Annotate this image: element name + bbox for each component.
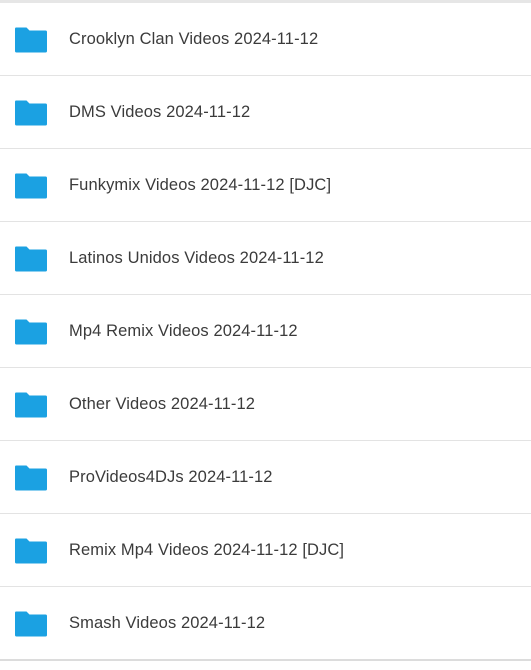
folder-icon	[14, 464, 48, 491]
folder-icon	[14, 26, 48, 53]
folder-icon	[14, 172, 48, 199]
folder-label[interactable]: ProVideos4DJs 2024-11-12	[69, 468, 273, 487]
folder-icon	[14, 391, 48, 418]
folder-label[interactable]: Latinos Unidos Videos 2024-11-12	[69, 249, 324, 268]
folder-item-other[interactable]: Other Videos 2024-11-12	[0, 368, 531, 441]
folder-list: Crooklyn Clan Videos 2024-11-12 DMS Vide…	[0, 3, 531, 661]
folder-icon	[14, 610, 48, 637]
folder-label[interactable]: Mp4 Remix Videos 2024-11-12	[69, 322, 298, 341]
folder-item-mp4-remix[interactable]: Mp4 Remix Videos 2024-11-12	[0, 295, 531, 368]
folder-label[interactable]: Other Videos 2024-11-12	[69, 395, 255, 414]
folder-item-funkymix[interactable]: Funkymix Videos 2024-11-12 [DJC]	[0, 149, 531, 222]
folder-item-dms[interactable]: DMS Videos 2024-11-12	[0, 76, 531, 149]
folder-item-provideos4djs[interactable]: ProVideos4DJs 2024-11-12	[0, 441, 531, 514]
folder-item-remix-mp4[interactable]: Remix Mp4 Videos 2024-11-12 [DJC]	[0, 514, 531, 587]
folder-icon	[14, 537, 48, 564]
folder-icon	[14, 245, 48, 272]
folder-label[interactable]: Funkymix Videos 2024-11-12 [DJC]	[69, 176, 331, 195]
folder-item-latinos-unidos[interactable]: Latinos Unidos Videos 2024-11-12	[0, 222, 531, 295]
folder-icon	[14, 318, 48, 345]
folder-label[interactable]: DMS Videos 2024-11-12	[69, 103, 250, 122]
folder-label[interactable]: Remix Mp4 Videos 2024-11-12 [DJC]	[69, 541, 344, 560]
folder-label[interactable]: Crooklyn Clan Videos 2024-11-12	[69, 30, 318, 49]
folder-icon	[14, 99, 48, 126]
folder-item-crooklyn-clan[interactable]: Crooklyn Clan Videos 2024-11-12	[0, 3, 531, 76]
folder-label[interactable]: Smash Videos 2024-11-12	[69, 614, 265, 633]
folder-item-smash[interactable]: Smash Videos 2024-11-12	[0, 587, 531, 661]
